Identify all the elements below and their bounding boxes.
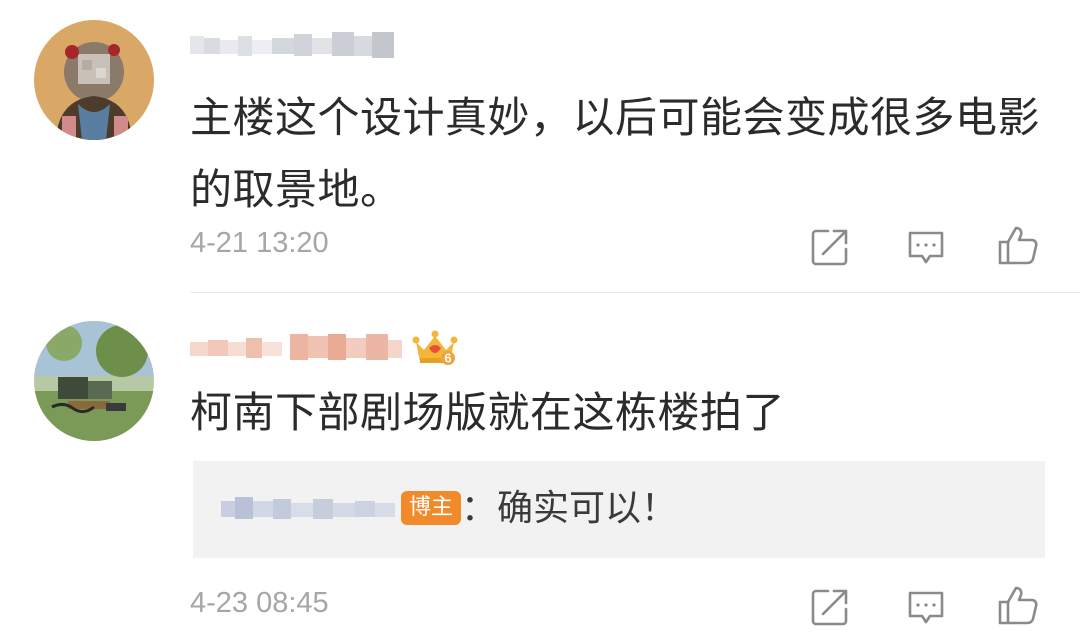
comment-button[interactable] xyxy=(904,585,948,629)
avatar[interactable] xyxy=(34,321,154,441)
crown-icon: 6 xyxy=(412,330,458,366)
comment-text: 柯南下部剧场版就在这栋楼拍了 xyxy=(190,388,786,437)
timestamp: 4-23 08:45 xyxy=(190,587,329,619)
comment-icon xyxy=(908,591,944,624)
share-button[interactable] xyxy=(808,585,852,629)
reply-box[interactable]: 博主 ：确实可以！ xyxy=(193,461,1045,558)
host-badge: 博主 xyxy=(401,491,462,525)
comment-item: 6 柯南下部剧场版就在这栋楼拍了 博主 ：确实可以！ 4-23 08:45 xyxy=(0,0,1080,641)
like-button[interactable] xyxy=(996,583,1040,627)
reply-username-blurred[interactable] xyxy=(221,493,397,527)
crown-level: 6 xyxy=(444,351,451,366)
reply-text: ：确实可以！ xyxy=(461,488,678,529)
share-icon xyxy=(811,589,848,626)
like-icon xyxy=(998,586,1038,625)
username-blurred[interactable] xyxy=(190,330,408,364)
